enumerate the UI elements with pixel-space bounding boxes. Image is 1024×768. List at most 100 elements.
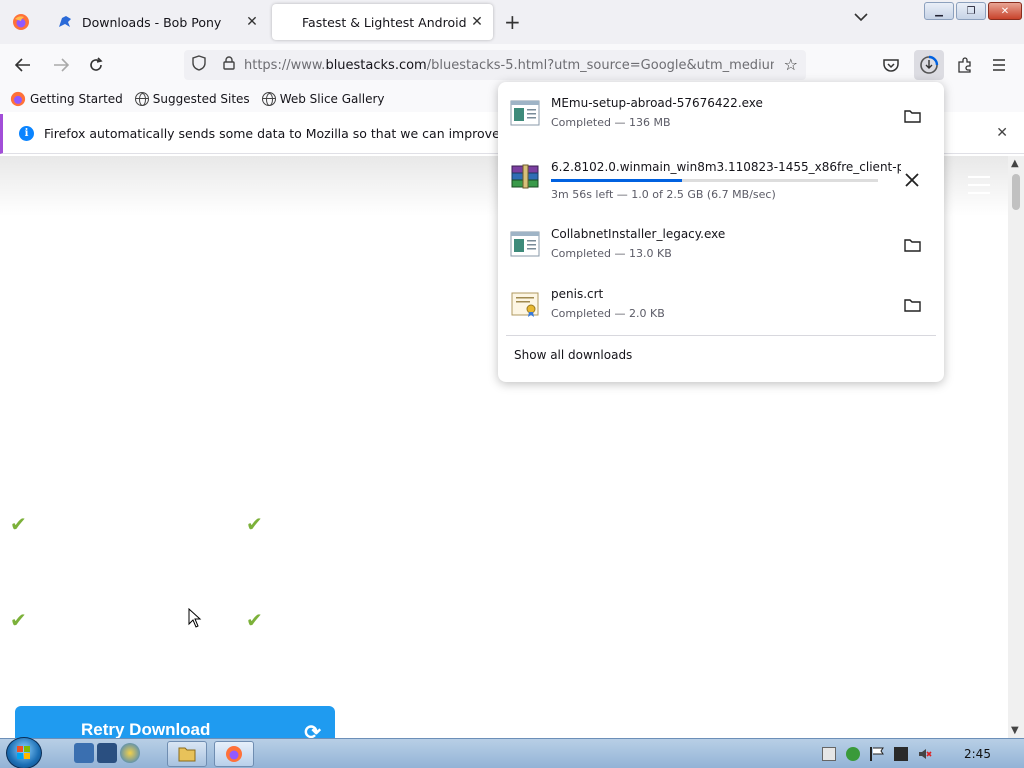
checkmark-icon: ✔ (10, 512, 27, 536)
firefox-logo-icon (226, 746, 242, 762)
bookmark-label: Suggested Sites (152, 92, 250, 106)
url-path: /bluestacks-5.html?utm_source=Google&utm… (426, 57, 774, 73)
action-center-flag-icon[interactable] (870, 747, 884, 761)
downloads-panel: MEmu-setup-abroad-57676422.exe Completed… (498, 82, 944, 382)
download-progress-bar (551, 179, 878, 182)
folder-icon (903, 299, 921, 312)
minimize-button[interactable]: ▁ (924, 2, 954, 20)
forward-arrow-icon (54, 58, 69, 72)
pocket-icon (883, 59, 899, 72)
download-item[interactable]: 6.2.8102.0.winmain_win8m3.110823-1455_x8… (506, 150, 936, 206)
extensions-button[interactable] (952, 53, 978, 77)
tab-close-icon[interactable]: ✕ (467, 14, 487, 30)
bookmark-label: Web Slice Gallery (279, 92, 385, 106)
tray-document-icon[interactable] (822, 747, 836, 761)
firefox-logo-icon (10, 91, 26, 107)
show-in-folder-button[interactable] (900, 233, 924, 257)
page-scrollbar[interactable]: ▲ ▼ (1008, 156, 1024, 738)
navigation-toolbar: https://www.bluestacks.com/bluestacks-5.… (0, 44, 1024, 86)
bookmark-suggested-sites[interactable]: Suggested Sites (134, 92, 250, 106)
download-progress-fill (551, 179, 682, 182)
scroll-thumb[interactable] (1012, 174, 1020, 210)
clock[interactable]: 2:45 (964, 747, 991, 761)
downloads-button[interactable] (914, 50, 944, 80)
checkmark-icon: ✔ (246, 512, 263, 536)
back-button[interactable] (10, 53, 36, 77)
show-in-folder-button[interactable] (900, 104, 924, 128)
download-filename: penis.crt (551, 287, 604, 301)
start-button[interactable] (6, 737, 42, 768)
forward-button[interactable] (48, 53, 74, 77)
pocket-button[interactable] (878, 53, 904, 77)
taskbar-firefox[interactable] (214, 741, 254, 767)
download-filename: CollabnetInstaller_legacy.exe (551, 227, 726, 241)
puzzle-piece-icon (958, 57, 971, 73)
show-in-folder-button[interactable] (900, 293, 924, 317)
tab-bluestacks[interactable]: Fastest & Lightest Android App ✕ (272, 4, 493, 40)
chevron-down-icon (854, 13, 868, 22)
retry-download-button[interactable]: Retry Download ⟳ (15, 706, 335, 738)
download-status: 3m 56s left — 1.0 of 2.5 GB (6.7 MB/sec) (551, 188, 776, 201)
tab-downloads[interactable]: Downloads - Bob Pony ✕ (44, 4, 268, 40)
retry-icon: ⟳ (304, 722, 321, 738)
taskbar-file-explorer[interactable] (167, 741, 207, 767)
tray-security-icon[interactable] (846, 747, 860, 761)
url-bar[interactable]: https://www.bluestacks.com/bluestacks-5.… (184, 50, 806, 80)
bobpony-favicon-icon (59, 16, 71, 27)
download-progress-icon (920, 55, 939, 74)
panel-separator (506, 335, 936, 336)
tab-strip: Downloads - Bob Pony ✕ Fastest & Lightes… (0, 0, 1024, 44)
certificate-file-icon (511, 292, 539, 317)
hamburger-menu-icon (993, 59, 1005, 71)
bookmark-star-icon[interactable]: ☆ (784, 55, 798, 74)
archive-file-icon (511, 164, 539, 189)
checkmark-icon: ✔ (10, 608, 27, 632)
mouse-pointer-icon (188, 608, 202, 628)
windows-logo-icon (17, 746, 30, 759)
back-arrow-icon (15, 58, 30, 72)
exe-file-icon (510, 231, 540, 257)
show-all-downloads-button[interactable]: Show all downloads (514, 348, 632, 362)
internet-explorer-icon[interactable] (120, 743, 140, 763)
url-text[interactable]: https://www.bluestacks.com/bluestacks-5.… (244, 58, 774, 73)
bookmark-label: Getting Started (30, 92, 123, 106)
download-status: Completed — 136 MB (551, 116, 671, 129)
url-host: bluestacks.com (325, 57, 427, 73)
globe-icon (134, 92, 149, 106)
bookmark-getting-started[interactable]: Getting Started (10, 91, 123, 107)
globe-icon (261, 92, 276, 106)
bookmark-web-slice-gallery[interactable]: Web Slice Gallery (261, 92, 385, 106)
download-item[interactable]: penis.crt Completed — 2.0 KB (506, 279, 936, 335)
download-status: Completed — 2.0 KB (551, 307, 665, 320)
switch-windows-icon[interactable] (97, 743, 117, 763)
windows-taskbar: 2:45 (0, 737, 1024, 768)
new-tab-button[interactable]: + (504, 10, 521, 34)
folder-icon (903, 239, 921, 252)
scroll-down-arrow-icon[interactable]: ▼ (1011, 725, 1019, 736)
reload-button[interactable] (83, 53, 109, 77)
folder-icon (178, 747, 196, 762)
download-item[interactable]: MEmu-setup-abroad-57676422.exe Completed… (506, 88, 936, 144)
retry-download-label: Retry Download (81, 720, 211, 738)
firefox-view-button[interactable] (0, 4, 42, 40)
app-menu-button[interactable] (986, 53, 1012, 77)
download-status: Completed — 13.0 KB (551, 247, 672, 260)
scroll-up-arrow-icon[interactable]: ▲ (1011, 158, 1019, 169)
cancel-download-button[interactable] (900, 168, 924, 192)
exe-file-icon (510, 100, 540, 126)
close-notification-icon[interactable]: ✕ (996, 125, 1008, 141)
firefox-logo-icon (13, 14, 29, 30)
list-all-tabs-button[interactable] (854, 10, 868, 26)
download-item[interactable]: CollabnetInstaller_legacy.exe Completed … (506, 219, 936, 275)
lock-icon[interactable] (214, 56, 244, 74)
tab-close-icon[interactable]: ✕ (242, 14, 262, 30)
network-icon[interactable] (894, 747, 908, 761)
show-desktop-icon[interactable] (74, 743, 94, 763)
site-menu-icon[interactable] (968, 176, 990, 200)
cancel-icon (905, 173, 919, 187)
volume-muted-icon[interactable] (918, 747, 932, 761)
restore-button[interactable]: ❐ (956, 2, 986, 20)
close-window-button[interactable]: ✕ (988, 2, 1022, 20)
url-prefix: https://www. (244, 57, 326, 73)
tracking-protection-shield-icon[interactable] (184, 55, 214, 75)
